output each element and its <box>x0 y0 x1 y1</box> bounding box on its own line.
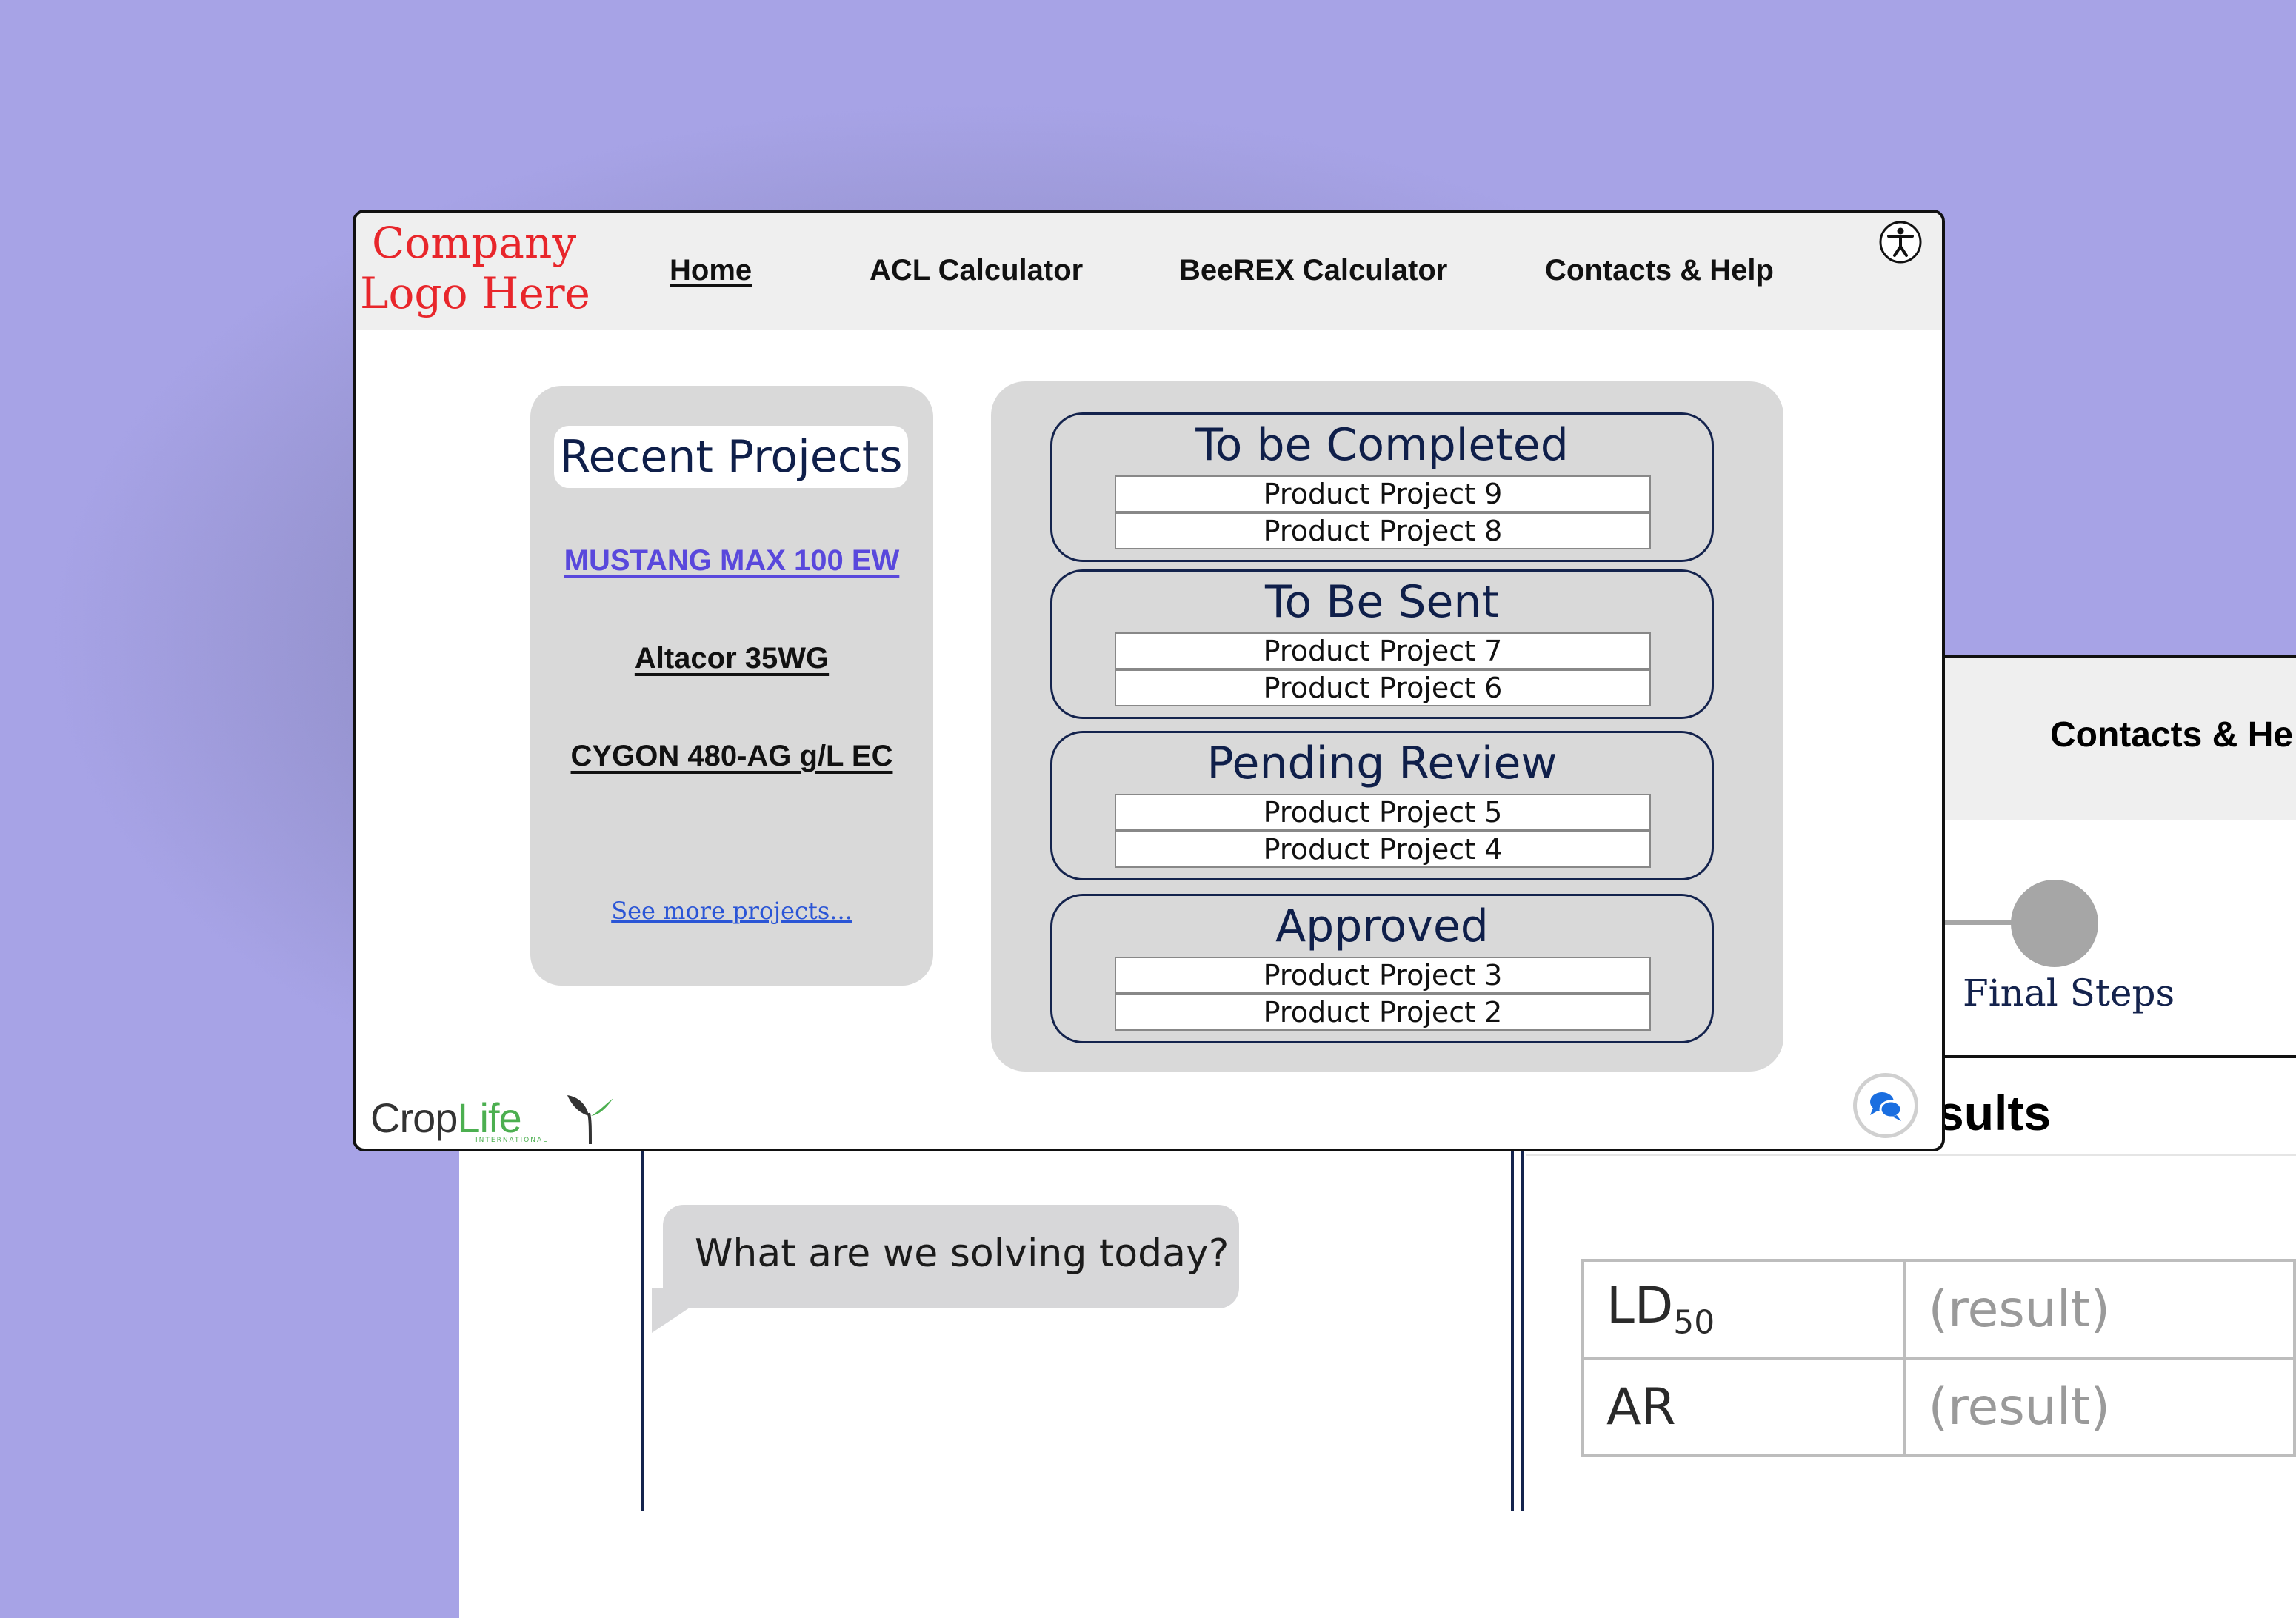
status-project-item[interactable]: Product Project 9 <box>1115 475 1651 512</box>
results-key-ar: AR <box>1581 1357 1906 1457</box>
status-project-item[interactable]: Product Project 8 <box>1115 512 1651 549</box>
background-divider <box>1926 1055 2296 1058</box>
status-project-item[interactable]: Product Project 6 <box>1115 669 1651 706</box>
croplife-logo: CropLife INTERNATIONAL <box>370 1094 622 1147</box>
nav-bar: Company Logo Here Home ACL Calculator Be… <box>356 213 1942 330</box>
see-more-projects-link[interactable]: See more projects... <box>530 897 933 925</box>
status-project-item[interactable]: Product Project 4 <box>1115 831 1651 868</box>
chat-bubbles-icon <box>1870 1092 1903 1121</box>
stepper-step-label: Final Steps <box>1963 972 2175 1014</box>
nav-beerex-calculator[interactable]: BeeREX Calculator <box>1179 254 1447 287</box>
recent-project-link[interactable]: Altacor 35WG <box>530 642 933 675</box>
status-group-title: To Be Sent <box>1265 576 1499 628</box>
status-project-item[interactable]: Product Project 5 <box>1115 794 1651 831</box>
status-group-to-be-completed: To be Completed Product Project 9 Produc… <box>1050 412 1714 562</box>
status-group-title: Pending Review <box>1207 738 1558 789</box>
status-project-item[interactable]: Product Project 3 <box>1115 957 1651 994</box>
results-table: LD50 (result) AR (result) <box>1581 1259 2296 1457</box>
stepper-step-final[interactable] <box>2011 880 2098 967</box>
company-logo-line1: Company <box>372 218 577 268</box>
recent-project-link[interactable]: MUSTANG MAX 100 EW <box>530 544 933 578</box>
main-window: Company Logo Here Home ACL Calculator Be… <box>353 210 1945 1151</box>
stepper-connector <box>1940 920 2015 925</box>
status-group-to-be-sent: To Be Sent Product Project 7 Product Pro… <box>1050 569 1714 719</box>
results-key-ld50: LD50 <box>1581 1259 1906 1360</box>
results-panel-border <box>1521 1148 1524 1511</box>
chat-panel-border-left <box>641 1148 644 1511</box>
chat-message: What are we solving today? <box>695 1231 1229 1276</box>
background-contacts-help-link[interactable]: Contacts & He <box>2050 715 2293 755</box>
status-project-item[interactable]: Product Project 7 <box>1115 632 1651 669</box>
status-group-approved: Approved Product Project 3 Product Proje… <box>1050 894 1714 1043</box>
nav-acl-calculator[interactable]: ACL Calculator <box>870 254 1083 287</box>
croplife-subtitle: INTERNATIONAL <box>475 1137 549 1144</box>
results-divider <box>1526 1154 2296 1156</box>
accessibility-icon[interactable] <box>1878 220 1923 264</box>
recent-project-link[interactable]: CYGON 480-AG g/L EC <box>530 740 933 773</box>
results-row: AR (result) <box>1581 1357 2296 1457</box>
results-value: (result) <box>1903 1357 2296 1457</box>
status-group-title: To be Completed <box>1195 419 1569 471</box>
nav-contacts-help[interactable]: Contacts & Help <box>1545 254 1774 287</box>
results-row: LD50 (result) <box>1581 1259 2296 1360</box>
chat-panel-border-right <box>1511 1148 1514 1511</box>
results-heading: sults <box>1937 1086 2052 1140</box>
croplife-wordmark: CropLife <box>370 1094 522 1141</box>
project-status-panel: To be Completed Product Project 9 Produc… <box>991 381 1783 1072</box>
recent-projects-title: Recent Projects <box>554 426 908 488</box>
results-value: (result) <box>1903 1259 2296 1360</box>
company-logo-line2: Logo Here <box>360 268 590 318</box>
chat-launcher-button[interactable] <box>1853 1073 1918 1138</box>
status-project-item[interactable]: Product Project 2 <box>1115 994 1651 1031</box>
status-group-pending-review: Pending Review Product Project 5 Product… <box>1050 731 1714 880</box>
sprout-icon <box>567 1095 613 1145</box>
recent-projects-card: Recent Projects MUSTANG MAX 100 EW Altac… <box>530 386 933 986</box>
nav-home[interactable]: Home <box>670 254 752 287</box>
status-group-title: Approved <box>1275 900 1489 952</box>
